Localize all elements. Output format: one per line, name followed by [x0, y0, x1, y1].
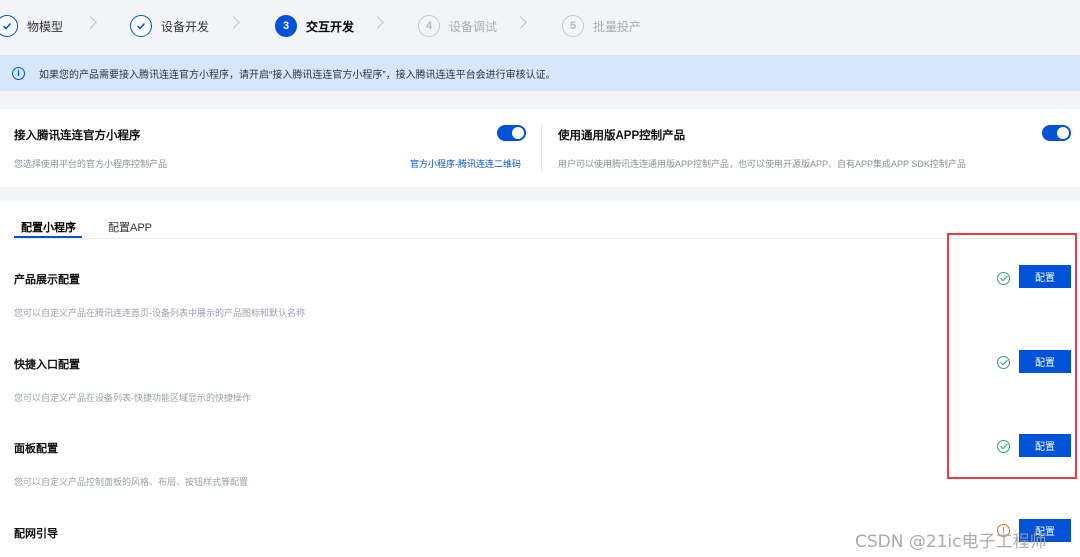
tabs-divider [14, 238, 1080, 239]
step-1[interactable]: 物模型 [0, 14, 63, 38]
section-desc: 您可以自定义产品控制面板的风格、布局、按钮样式等配置 [14, 477, 249, 487]
check-icon [0, 15, 18, 37]
check-circle-icon [997, 356, 1010, 369]
tab-config-app[interactable]: 配置APP [108, 219, 152, 235]
info-banner: i 如果您的产品需要接入腾讯连连官方小程序，请开启“接入腾讯连连官方小程序”，接… [0, 55, 1080, 91]
check-circle-icon [997, 440, 1010, 453]
step-number: 3 [275, 15, 297, 37]
watermark: CSDN @21ic电子工程师 [855, 532, 1047, 552]
section-title: 配网引导 [14, 528, 58, 540]
step-number: 5 [562, 15, 584, 37]
check-icon [130, 15, 152, 37]
step-label: 设备调试 [449, 19, 498, 34]
mode-panel: 接入腾讯连连官方小程序 您选择使用平台的官方小程序控制产品 官方小程序-腾讯连连… [0, 109, 1080, 187]
chevron-right-icon [227, 16, 240, 29]
app-mode-desc: 用户可以使用腾讯连连通用版APP控制产品，也可以使用开源版APP、自有APP集成… [558, 159, 966, 169]
chevron-right-icon [84, 16, 97, 29]
miniprogram-toggle[interactable] [497, 125, 526, 141]
app-mode-title: 使用通用版APP控制产品 [558, 130, 686, 142]
config-card: 配置小程序 配置APP [0, 201, 1080, 557]
step-3[interactable]: 3 交互开发 [275, 14, 354, 38]
product-display-config-button[interactable]: 配置 [1019, 265, 1071, 288]
section-title: 面板配置 [14, 443, 58, 455]
miniprogram-mode: 接入腾讯连连官方小程序 您选择使用平台的官方小程序控制产品 官方小程序-腾讯连连… [0, 109, 541, 187]
panel-config-button[interactable]: 配置 [1019, 434, 1071, 457]
miniprogram-mode-title: 接入腾讯连连官方小程序 [14, 130, 141, 142]
stepper: 物模型 设备开发 3 交互开发 4 设备调试 5 批量投产 [0, 0, 1080, 52]
step-2[interactable]: 设备开发 [130, 14, 209, 38]
step-5[interactable]: 5 批量投产 [562, 14, 641, 38]
step-4[interactable]: 4 设备调试 [418, 14, 497, 38]
step-label: 物模型 [27, 19, 64, 34]
miniprogram-mode-desc: 您选择使用平台的官方小程序控制产品 [14, 159, 168, 169]
shortcut-config-button[interactable]: 配置 [1019, 350, 1071, 373]
app-mode: 使用通用版APP控制产品 用户可以使用腾讯连连通用版APP控制产品，也可以使用开… [541, 109, 1080, 187]
step-label: 设备开发 [161, 19, 210, 34]
section-desc: 您可以自定义产品在腾讯连连首页-设备列表中展示的产品图标和默认名称 [14, 308, 305, 318]
banner-text: 如果您的产品需要接入腾讯连连官方小程序，请开启“接入腾讯连连官方小程序”，接入腾… [39, 69, 556, 81]
step-label: 批量投产 [593, 19, 642, 34]
miniprogram-qrcode-link[interactable]: 官方小程序-腾讯连连二维码 [410, 157, 521, 170]
section-desc: 您可以自定义产品在设备列表-快捷功能区域显示的快捷操作 [14, 393, 251, 403]
section-title: 产品展示配置 [14, 274, 80, 286]
info-icon: i [12, 66, 25, 80]
chevron-right-icon [514, 16, 527, 29]
step-number: 4 [418, 15, 440, 37]
tab-config-miniprogram[interactable]: 配置小程序 [21, 219, 76, 235]
app-toggle[interactable] [1042, 125, 1071, 141]
step-label: 交互开发 [306, 19, 355, 34]
chevron-right-icon [371, 16, 384, 29]
section-title: 快捷入口配置 [14, 359, 80, 371]
check-circle-icon [997, 272, 1010, 285]
